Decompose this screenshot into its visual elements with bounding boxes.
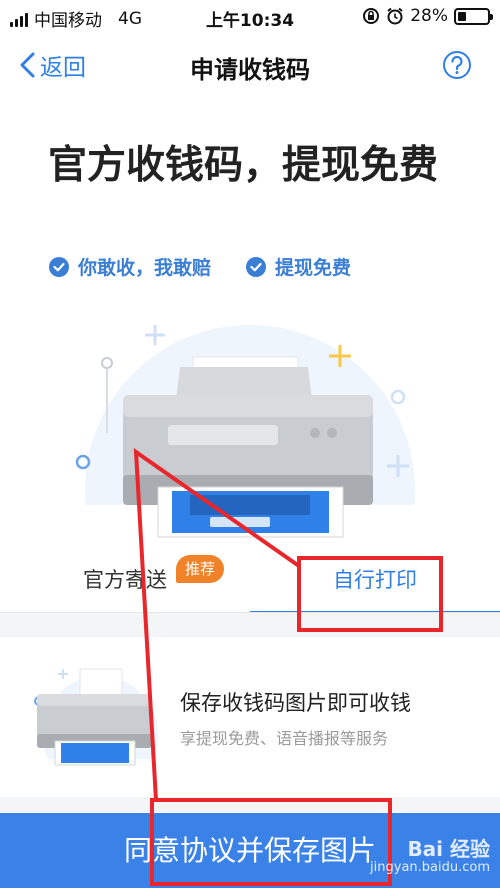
- feature-list: 你敢收，我敢赔 提现免费: [48, 253, 351, 280]
- check-circle-icon: [246, 256, 267, 277]
- help-icon[interactable]: [442, 50, 472, 80]
- page-title: 申请收钱码: [190, 56, 310, 84]
- nav-bar: 返回 申请收钱码: [0, 34, 500, 98]
- alarm-icon: [387, 7, 403, 25]
- feature-item: 你敢收，我敢赔: [48, 253, 211, 280]
- section-gap: [0, 613, 500, 637]
- option-title: 保存收钱码图片即可收钱: [180, 691, 411, 715]
- bottom-strip: [0, 797, 500, 813]
- printer-illustration: [50, 325, 450, 550]
- status-bar: 中国移动 4G 上午10:34 28%: [0, 0, 500, 34]
- hero-title: 官方收钱码，提现免费: [48, 143, 439, 188]
- tab-self-print[interactable]: 自行打印: [250, 548, 500, 612]
- rotation-lock-icon: [363, 8, 380, 24]
- printer-thumbnail: [25, 668, 165, 769]
- save-image-option: 保存收钱码图片即可收钱 享提现免费、语音播报等服务: [0, 637, 500, 797]
- feature-item: 提现免费: [245, 253, 351, 280]
- tab-bar: 官方寄送 自行打印: [0, 548, 500, 612]
- feature-label: 你敢收，我敢赔: [78, 257, 212, 279]
- battery-icon: [454, 7, 493, 25]
- watermark-brand: Bai 经验: [407, 837, 490, 861]
- check-circle-icon: [49, 256, 69, 277]
- watermark-site: jingyan.baidu.com: [370, 860, 490, 875]
- option-subtitle: 享提现免费、语音播报等服务: [180, 729, 389, 748]
- recommend-badge: 推荐: [176, 555, 225, 583]
- battery-percent: 28%: [410, 6, 448, 26]
- status-right: 28%: [362, 6, 493, 26]
- feature-label: 提现免费: [275, 257, 352, 279]
- watermark: Bai 经验 jingyan.baidu.com: [370, 838, 490, 876]
